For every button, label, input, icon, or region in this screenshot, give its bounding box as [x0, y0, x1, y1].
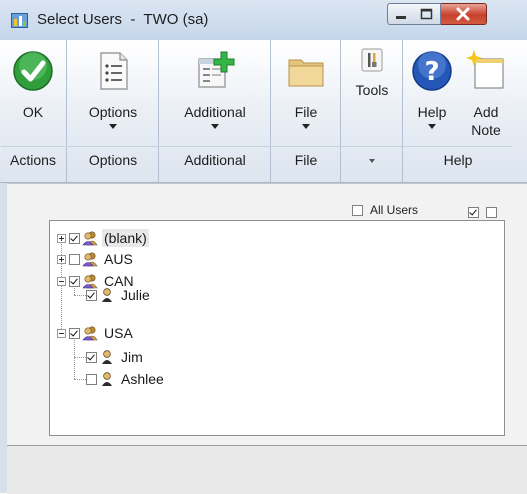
node-label: AUS — [104, 251, 133, 267]
tree-node-jim[interactable]: Jim — [86, 347, 145, 367]
node-checkbox[interactable] — [69, 232, 80, 244]
maximize-button[interactable] — [414, 3, 441, 25]
help-label: Help — [417, 104, 447, 120]
user-icon — [102, 350, 112, 364]
node-label: Jim — [121, 349, 143, 365]
ok-button[interactable]: OK — [0, 50, 66, 121]
chevron-down-icon — [369, 159, 375, 164]
group-label-actions: Actions — [10, 152, 56, 168]
node-checkbox[interactable] — [86, 289, 97, 301]
node-checkbox[interactable] — [69, 327, 80, 339]
ribbon-group-file: File File — [270, 40, 341, 182]
all-users-checkbox[interactable] — [352, 205, 363, 217]
tools-label: Tools — [355, 82, 389, 98]
chevron-down-icon — [302, 124, 310, 129]
additional-button[interactable]: Additional — [159, 50, 271, 129]
group-separator — [404, 146, 512, 147]
tree-node-blank[interactable]: (blank) — [57, 228, 149, 248]
tree-node-aus[interactable]: AUS — [57, 249, 135, 269]
folder-icon — [288, 59, 324, 87]
tree-connector — [74, 337, 75, 379]
minimize-icon — [396, 16, 406, 19]
all-users-label: All Users — [370, 203, 419, 217]
node-checkbox[interactable] — [69, 275, 80, 287]
tree-connector — [74, 379, 86, 380]
ok-label: OK — [22, 104, 44, 120]
group-label-file: File — [294, 152, 318, 168]
tree-node-usa[interactable]: USA — [57, 323, 135, 343]
unmark-all-checkbox[interactable] — [485, 206, 497, 218]
chevron-down-icon — [109, 124, 117, 129]
options-button[interactable]: Options — [67, 50, 159, 129]
group-separator — [68, 146, 158, 147]
user-icon — [102, 288, 112, 302]
additional-window-icon — [198, 51, 235, 88]
collapse-icon[interactable] — [57, 328, 66, 338]
ribbon-group-options: Options Options — [66, 40, 159, 182]
group-separator — [342, 146, 402, 147]
tree-node-julie[interactable]: Julie — [86, 285, 152, 305]
window-title: Select Users - TWO (sa) — [37, 11, 209, 28]
chevron-down-icon — [428, 124, 436, 129]
tools-icon — [361, 48, 383, 72]
group-label-additional: Additional — [184, 152, 246, 168]
group-launcher[interactable] — [341, 152, 403, 168]
additional-label: Additional — [184, 104, 246, 120]
minimize-button[interactable] — [387, 3, 415, 25]
node-label: USA — [104, 325, 133, 341]
ribbon-group-actions: OK Actions — [0, 40, 66, 182]
ribbon: OK Actions Options Options Additional Ad… — [0, 40, 527, 183]
node-checkbox[interactable] — [86, 373, 97, 385]
mark-buttons — [468, 203, 500, 219]
group-label-options: Options — [88, 152, 138, 168]
close-icon — [456, 7, 470, 21]
tree-node-ashlee[interactable]: Ashlee — [86, 369, 166, 389]
ribbon-group-help: ? Help Add Note Help — [402, 40, 513, 182]
expand-icon[interactable] — [57, 254, 66, 264]
expand-icon[interactable] — [57, 233, 66, 243]
ok-check-icon — [13, 51, 53, 91]
user-icon — [102, 372, 112, 386]
tree-connector — [74, 295, 86, 296]
node-label: Julie — [121, 287, 150, 303]
chevron-down-icon — [211, 124, 219, 129]
add-note-button[interactable]: Add Note — [459, 50, 513, 139]
user-group-icon — [82, 326, 98, 341]
help-button[interactable]: ? Help — [405, 50, 459, 129]
users-tree[interactable]: (blank) AUS CAN Julie USA Jim Ashlee — [49, 220, 505, 436]
select-users-window: Select Users - TWO (sa) OK Actions Optio… — [0, 0, 527, 494]
options-list-icon — [100, 52, 128, 90]
node-checkbox[interactable] — [86, 351, 97, 363]
title-bar: Select Users - TWO (sa) — [0, 0, 527, 40]
collapse-icon[interactable] — [57, 276, 66, 286]
file-button[interactable]: File — [271, 50, 341, 129]
tree-connector — [74, 357, 86, 358]
user-group-icon — [82, 231, 98, 246]
group-separator — [272, 146, 340, 147]
svg-text:?: ? — [424, 57, 439, 87]
status-bar — [7, 445, 527, 494]
group-separator — [160, 146, 270, 147]
node-label: (blank) — [102, 229, 149, 247]
close-button[interactable] — [441, 3, 487, 25]
app-icon — [11, 13, 28, 28]
group-separator — [1, 146, 65, 147]
help-icon: ? — [412, 51, 452, 91]
file-label: File — [294, 104, 318, 120]
content-panel: All Users (blank) AUS CAN Julie USA Jim … — [7, 183, 527, 446]
ribbon-group-additional: Additional Additional — [158, 40, 271, 182]
add-note-icon — [466, 50, 504, 89]
add-note-label: Add Note — [471, 104, 501, 138]
node-label: Ashlee — [121, 371, 164, 387]
user-group-icon — [82, 252, 98, 267]
mark-all-checkbox[interactable] — [468, 206, 479, 218]
options-label: Options — [88, 104, 138, 120]
node-checkbox[interactable] — [69, 253, 80, 265]
tools-button[interactable]: Tools — [341, 48, 403, 99]
group-label-help: Help — [443, 152, 473, 168]
maximize-icon — [420, 8, 433, 20]
ribbon-group-tools: Tools — [340, 40, 403, 182]
all-users-option[interactable]: All Users — [352, 203, 418, 217]
